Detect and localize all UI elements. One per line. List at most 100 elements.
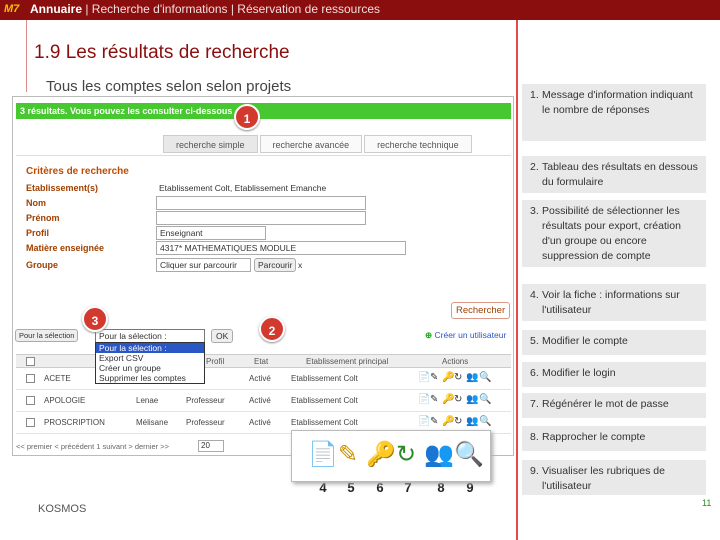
logo: M7 <box>4 3 20 15</box>
create-user-link[interactable]: ⊕ Créer un utilisateur <box>425 330 506 341</box>
note-number: 3. <box>530 205 539 217</box>
note-number: 1. <box>530 89 539 101</box>
nom-input[interactable] <box>156 196 366 210</box>
search-tabs: recherche simple recherche avancée reche… <box>163 135 474 153</box>
note-number: 4. <box>530 289 539 301</box>
zoom-number-9: 9 <box>466 480 474 495</box>
document-icon[interactable]: 📄 <box>418 372 430 384</box>
parcourir-button[interactable]: Parcourir <box>254 258 297 272</box>
matiere-select[interactable]: 4317* MATHEMATIQUES MODULE <box>156 241 406 255</box>
cell-etat: Activé <box>249 418 271 427</box>
search-form: Critères de recherche Etablissement(s) E… <box>16 155 511 275</box>
refresh-icon: ↻ <box>396 441 417 468</box>
criteria-title: Critères de recherche <box>26 166 129 177</box>
info-message: 3 résultats. Vous pouvez les consulter c… <box>16 103 511 119</box>
zoom-number-6: 6 <box>376 480 384 495</box>
note-text: Visualiser les rubriques de l'utilisateu… <box>542 465 665 492</box>
page-size-select[interactable]: 20 <box>198 440 224 452</box>
pencil-icon[interactable]: ✎ <box>430 416 438 428</box>
nom-label: Nom <box>26 198 46 208</box>
pencil-icon[interactable]: ✎ <box>430 394 438 406</box>
breadcrumb-rest[interactable]: | Recherche d'informations | Réservation… <box>85 2 380 16</box>
action-dropdown[interactable]: Pour la sélection : <box>95 329 205 343</box>
page-title: 1.9 Les résultats de recherche <box>34 42 290 63</box>
dropdown-option[interactable]: Export CSV <box>96 353 204 363</box>
actions-zoom-panel: 📄 ✎ 🔑 ↻ 👥 🔍 <box>291 430 491 482</box>
users-icon[interactable]: 👥 <box>466 416 478 428</box>
note-number: 9. <box>530 465 539 477</box>
column-header[interactable]: Etat <box>254 357 268 366</box>
table-row[interactable]: ACETE Activé Etablissement Colt 📄 ✎ 🔑 ↻ … <box>16 368 511 390</box>
pencil-icon[interactable]: ✎ <box>430 372 438 384</box>
note-item: 6. Modifier le login <box>522 362 706 388</box>
cell-nom[interactable]: ACETE <box>44 374 71 383</box>
dropdown-option[interactable]: Créer un groupe <box>96 363 204 373</box>
matiere-label: Matière enseignée <box>26 243 105 253</box>
select-all-checkbox[interactable] <box>26 357 35 366</box>
note-item: 8. Rapprocher le compte <box>522 426 706 452</box>
cell-etab: Etablissement Colt <box>291 374 358 383</box>
refresh-icon[interactable]: ↻ <box>454 416 462 428</box>
tab-simple-search[interactable]: recherche simple <box>163 135 258 153</box>
row-checkbox[interactable] <box>26 374 35 383</box>
note-item: 1. Message d'information indiquant le nom… <box>522 84 706 142</box>
key-icon[interactable]: 🔑 <box>442 416 454 428</box>
note-item: 7. Régénérer le mot de passe <box>522 393 706 419</box>
column-header[interactable]: Etablissement principal <box>306 357 388 366</box>
cell-prenom: Lenae <box>136 396 159 405</box>
groupe-input[interactable]: Cliquer sur parcourir <box>156 258 251 272</box>
cell-profil: Professeur <box>186 396 225 405</box>
note-text: Tableau des résultats en dessous du form… <box>542 161 698 188</box>
document-icon[interactable]: 📄 <box>418 416 430 428</box>
key-icon: 🔑 <box>366 441 396 468</box>
tab-technical-search[interactable]: recherche technique <box>364 135 472 153</box>
profil-label: Profil <box>26 228 50 238</box>
action-select-label[interactable]: Pour la sélection <box>15 329 79 342</box>
pagination[interactable]: << premier < précédent 1 suivant > derni… <box>16 442 169 451</box>
create-user-label[interactable]: Créer un utilisateur <box>435 330 507 340</box>
note-text: Régénérer le mot de passe <box>542 398 669 410</box>
note-text: Message d'information indiquant le nombr… <box>542 89 693 116</box>
page-subtitle: Tous les comptes selon selon projets <box>46 78 292 95</box>
column-header[interactable]: Profil <box>206 357 224 366</box>
row-checkbox[interactable] <box>26 396 35 405</box>
profil-select[interactable]: Enseignant <box>156 226 266 240</box>
ok-button[interactable]: OK <box>211 329 234 343</box>
cell-nom[interactable]: PROSCRIPTION <box>44 418 105 427</box>
note-text: Modifier le compte <box>542 335 628 347</box>
magnifier-icon[interactable]: 🔍 <box>479 372 491 384</box>
note-text: Modifier le login <box>542 367 616 379</box>
dropdown-option[interactable]: Supprimer les comptes <box>96 373 204 383</box>
document-icon[interactable]: 📄 <box>418 394 430 406</box>
breadcrumb-main[interactable]: Annuaire <box>30 2 82 16</box>
dropdown-option[interactable]: Pour la sélection : <box>96 343 204 353</box>
plus-icon: ⊕ <box>425 330 433 340</box>
callout-badge-2: 2 <box>259 316 285 342</box>
key-icon[interactable]: 🔑 <box>442 394 454 406</box>
cell-nom[interactable]: APOLOGIE <box>44 396 85 405</box>
key-icon[interactable]: 🔑 <box>442 372 454 384</box>
zoom-number-7: 7 <box>404 480 412 495</box>
prenom-input[interactable] <box>156 211 366 225</box>
note-item: 2. Tableau des résultats en dessous du fo… <box>522 156 706 194</box>
magnifier-icon[interactable]: 🔍 <box>479 416 491 428</box>
divider-line <box>516 20 518 540</box>
cell-prenom: Mélisane <box>136 418 169 427</box>
note-item: 5. Modifier le compte <box>522 330 706 356</box>
refresh-icon[interactable]: ↻ <box>454 372 462 384</box>
note-number: 6. <box>530 367 539 379</box>
prenom-label: Prénom <box>26 213 60 223</box>
row-checkbox[interactable] <box>26 418 35 427</box>
note-number: 7. <box>530 398 539 410</box>
tab-advanced-search[interactable]: recherche avancée <box>259 135 363 153</box>
users-icon[interactable]: 👥 <box>466 372 478 384</box>
users-icon[interactable]: 👥 <box>466 394 478 406</box>
note-text: Possibilité de sélectionner les résultat… <box>542 205 681 262</box>
note-text: Voir la fiche : informations sur l'utili… <box>542 289 680 316</box>
search-button[interactable]: Rechercher <box>451 302 511 319</box>
cell-etat: Activé <box>249 374 271 383</box>
table-row[interactable]: APOLOGIE Lenae Professeur Activé Etablis… <box>16 390 511 412</box>
magnifier-icon[interactable]: 🔍 <box>479 394 491 406</box>
clear-groupe-icon[interactable]: x <box>298 260 302 270</box>
refresh-icon[interactable]: ↻ <box>454 394 462 406</box>
